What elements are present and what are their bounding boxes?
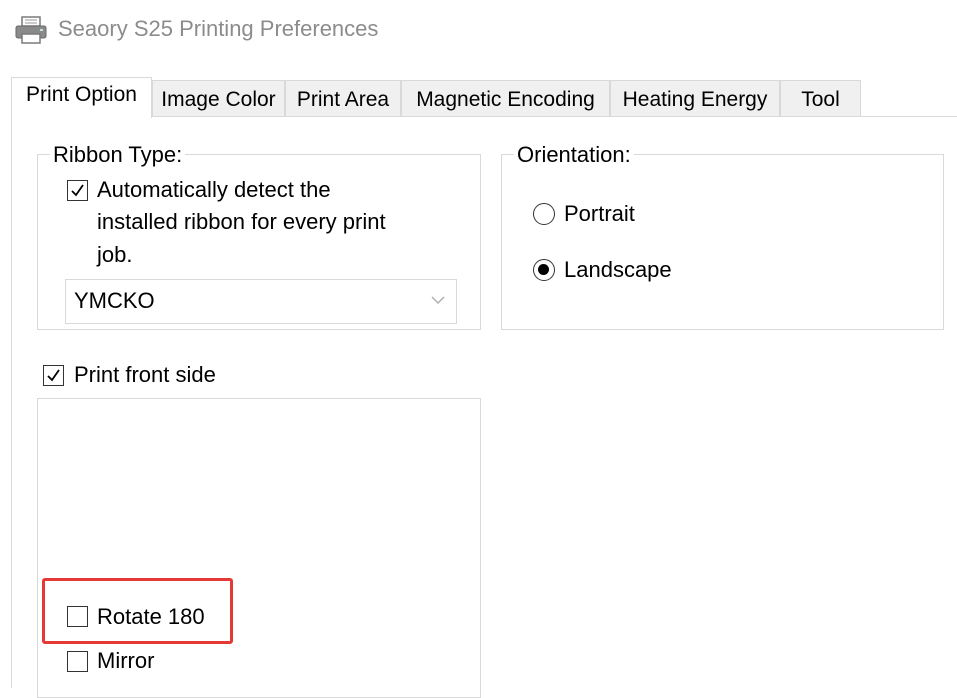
printer-icon [15,16,47,44]
tab-print-area[interactable]: Print Area [285,80,401,117]
checkmark-icon [71,184,84,197]
mirror-checkbox[interactable] [67,651,88,672]
auto-detect-label-line1[interactable]: Automatically detect the [97,176,331,204]
tab-strip: Print Option Image Color Print Area Magn… [11,77,861,118]
ribbon-type-value: YMCKO [74,288,155,313]
landscape-radio[interactable] [533,259,555,281]
window-title: Seaory S25 Printing Preferences [58,16,379,41]
tab-image-color[interactable]: Image Color [152,80,285,117]
ribbon-type-legend: Ribbon Type: [50,142,186,168]
checkmark-icon [47,369,60,382]
tab-heating-energy[interactable]: Heating Energy [610,80,780,117]
orientation-legend: Orientation: [514,142,634,168]
chevron-down-icon [431,296,445,305]
portrait-radio[interactable] [533,203,555,225]
print-front-checkbox[interactable] [43,365,64,386]
portrait-label[interactable]: Portrait [564,200,635,228]
auto-detect-label-line2[interactable]: installed ribbon for every print [97,208,386,236]
ribbon-type-dropdown[interactable]: YMCKO [65,279,457,324]
title-bar: Seaory S25 Printing Preferences [0,0,957,60]
mirror-label[interactable]: Mirror [97,647,154,675]
auto-detect-label-line3[interactable]: job. [97,241,132,269]
landscape-label[interactable]: Landscape [564,256,672,284]
radio-selected-dot [538,264,549,275]
tab-magnetic-encoding[interactable]: Magnetic Encoding [401,80,610,117]
auto-detect-checkbox[interactable] [67,180,88,201]
highlight-box [42,578,233,644]
tab-tool[interactable]: Tool [780,80,861,117]
print-front-label[interactable]: Print front side [74,361,216,389]
tab-print-option[interactable]: Print Option [11,77,152,118]
orientation-group [501,154,944,330]
